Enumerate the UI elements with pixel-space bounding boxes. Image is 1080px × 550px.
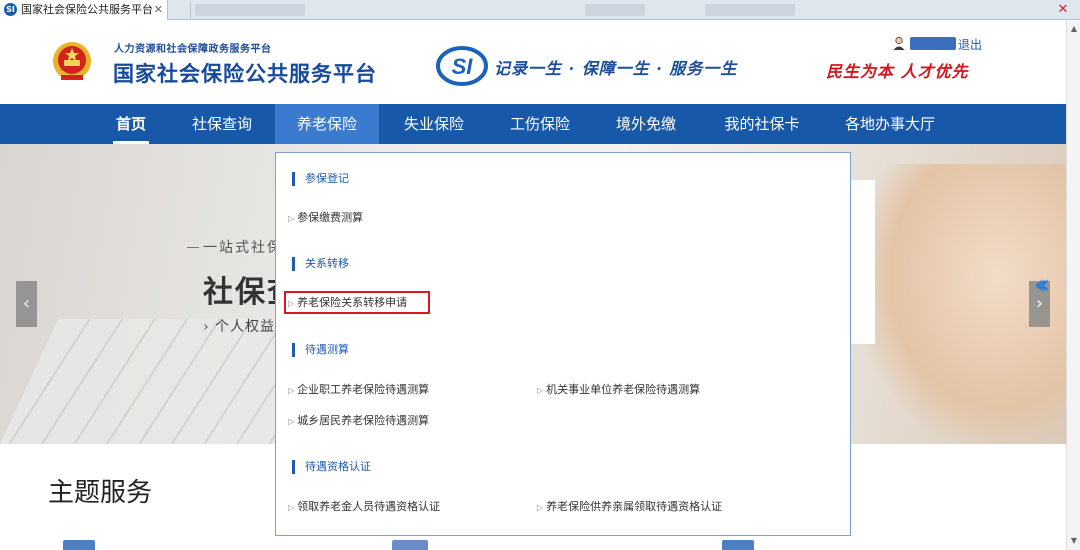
svg-text:SI: SI	[452, 54, 474, 79]
link-marker-icon: ▷	[288, 214, 295, 223]
logout-link[interactable]: 退出	[958, 36, 982, 53]
site-header: 人力资源和社会保障政务服务平台 国家社会保险公共服务平台 SI 记录一生 · 保…	[0, 20, 1080, 104]
dropdown-heading-enrollment: 参保登记	[292, 172, 349, 186]
link-institution-pension-estimate[interactable]: ▷ 机关事业单位养老保险待遇测算	[537, 381, 700, 397]
link-marker-icon: ▷	[288, 417, 295, 426]
banner-decor-line	[187, 247, 199, 248]
link-marker-icon: ▷	[288, 503, 295, 512]
link-marker-icon: ▷	[537, 503, 544, 512]
link-marker-icon: ▷	[537, 386, 544, 395]
pension-insurance-dropdown: 参保登记 ▷ 参保缴费测算 关系转移 ▷ 养老保险关系转移申请 待遇测算 ▷ 企业职工…	[275, 152, 851, 536]
user-avatar-icon[interactable]	[892, 36, 906, 50]
dropdown-heading-benefit-estimate: 待遇测算	[292, 343, 349, 357]
toolbar-ghost	[585, 4, 645, 16]
dropdown-heading-eligibility-cert: 待遇资格认证	[292, 460, 371, 474]
service-icon[interactable]	[63, 540, 95, 550]
nav-item-social-security-query[interactable]: 社保查询	[180, 104, 264, 144]
side-panel-chevrons-icon[interactable]: ‹‹‹	[1034, 270, 1050, 300]
scroll-up-icon[interactable]: ▲	[1067, 22, 1080, 36]
link-marker-icon: ▷	[288, 386, 295, 395]
scroll-down-icon[interactable]: ▼	[1067, 534, 1080, 548]
nav-item-overseas-exemption[interactable]: 境外免缴	[604, 104, 688, 144]
social-insurance-logo-icon: SI	[436, 46, 488, 86]
link-enterprise-pension-estimate[interactable]: ▷ 企业职工养老保险待遇测算	[288, 381, 429, 397]
carousel-prev-button[interactable]: ‹	[16, 281, 37, 327]
site-title[interactable]: 国家社会保险公共服务平台	[113, 58, 377, 88]
address-bar-ghost	[195, 4, 305, 16]
nav-item-my-social-security-card[interactable]: 我的社保卡	[712, 104, 812, 144]
browser-tab[interactable]: SI 国家社会保险公共服务平台 ✕	[0, 0, 168, 20]
nav-item-unemployment-insurance[interactable]: 失业保险	[392, 104, 476, 144]
link-pensioner-eligibility-cert[interactable]: ▷ 领取养老金人员待遇资格认证	[288, 498, 440, 514]
highlight-box-transfer-application	[284, 291, 430, 314]
user-name-redacted	[910, 37, 956, 50]
site-favicon-icon: SI	[4, 3, 17, 16]
tab-close-icon[interactable]: ✕	[154, 0, 163, 19]
browser-tab-strip: SI 国家社会保险公共服务平台 ✕ ✕	[0, 0, 1080, 20]
tab-title: 国家社会保险公共服务平台	[21, 3, 153, 16]
slogan: 记录一生 · 保障一生 · 服务一生	[494, 59, 738, 78]
nav-item-work-injury-insurance[interactable]: 工伤保险	[498, 104, 582, 144]
toolbar-ghost	[705, 4, 795, 16]
main-nav: 首页 社保查询 养老保险 失业保险 工伤保险 境外免缴 我的社保卡 各地办事大厅	[0, 104, 1080, 144]
service-icon[interactable]	[392, 540, 428, 550]
motto: 民生为本 人才优先	[826, 62, 969, 81]
banner-tagline: 一站式社保	[203, 240, 283, 256]
window-close-icon[interactable]: ✕	[1052, 1, 1074, 18]
page-scrollbar[interactable]: ▲ ▼	[1066, 20, 1080, 550]
nav-item-local-service-hall[interactable]: 各地办事大厅	[835, 104, 945, 144]
new-tab-button[interactable]	[168, 2, 191, 18]
org-subtitle: 人力资源和社会保障政务服务平台	[114, 44, 272, 55]
link-contribution-estimate[interactable]: ▷ 参保缴费测算	[288, 209, 363, 225]
section-title-theme-services: 主题服务	[48, 478, 153, 508]
service-icon[interactable]	[722, 540, 754, 550]
nav-item-pension-insurance[interactable]: 养老保险	[275, 104, 379, 144]
link-dependent-eligibility-cert[interactable]: ▷ 养老保险供养亲属领取待遇资格认证	[537, 498, 722, 514]
link-resident-pension-estimate[interactable]: ▷ 城乡居民养老保险待遇测算	[288, 412, 429, 428]
national-emblem-icon	[53, 42, 91, 80]
dropdown-heading-transfer: 关系转移	[292, 257, 349, 271]
banner-subline: › 个人权益	[203, 319, 276, 335]
nav-item-home[interactable]: 首页	[113, 104, 149, 144]
banner-card-edge	[850, 180, 875, 344]
